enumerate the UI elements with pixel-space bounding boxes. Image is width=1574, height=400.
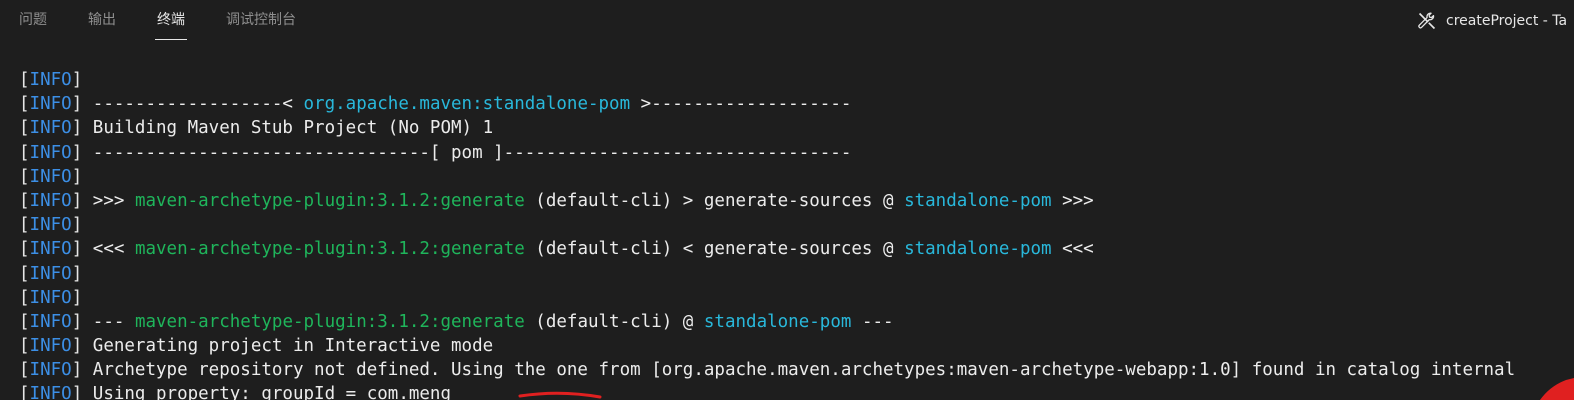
terminal-line: [INFO] Generating project in Interactive… bbox=[19, 334, 1574, 358]
log-level: INFO bbox=[29, 384, 72, 400]
terminal-line: [INFO] Building Maven Stub Project (No P… bbox=[19, 116, 1574, 140]
terminal-line: [INFO] bbox=[19, 213, 1574, 237]
log-text-segment: (default-cli) @ bbox=[524, 311, 704, 332]
terminal-line: [INFO] bbox=[19, 262, 1574, 286]
log-level: INFO bbox=[29, 336, 72, 357]
log-text-segment: org.apache.maven:standalone-pom bbox=[303, 94, 631, 115]
log-bracket: [ bbox=[19, 263, 30, 284]
log-bracket: [ bbox=[19, 287, 30, 308]
log-bracket: ] bbox=[71, 142, 83, 163]
log-bracket: [ bbox=[19, 118, 30, 139]
terminal-line: [INFO] <<< maven-archetype-plugin:3.1.2:… bbox=[19, 237, 1574, 261]
log-level: INFO bbox=[29, 287, 72, 308]
log-text-segment: >------------------- bbox=[630, 94, 852, 115]
log-bracket: [ bbox=[19, 94, 30, 115]
log-bracket: [ bbox=[19, 384, 30, 400]
terminal-line: [INFO] --- maven-archetype-plugin:3.1.2:… bbox=[19, 310, 1574, 334]
log-bracket: ] bbox=[71, 384, 83, 400]
log-text-segment: Building Maven Stub Project (No POM) 1 bbox=[82, 118, 494, 139]
log-text-segment: maven-archetype-plugin:3.1.2:generate bbox=[134, 239, 525, 260]
log-text-segment: standalone-pom bbox=[904, 190, 1052, 211]
log-bracket: ] bbox=[71, 336, 83, 357]
log-bracket: ] bbox=[71, 94, 83, 115]
log-text-segment: --- bbox=[82, 311, 135, 332]
log-bracket: ] bbox=[71, 70, 83, 90]
log-level: INFO bbox=[29, 190, 72, 211]
log-text-segment: --------------------------------[ pom ]-… bbox=[82, 142, 852, 163]
log-bracket: [ bbox=[19, 166, 30, 187]
log-text-segment: <<< bbox=[1051, 239, 1094, 260]
log-text-segment: Using property: groupId = com.meng bbox=[82, 384, 452, 400]
terminal-task-title[interactable]: createProject - Ta bbox=[1416, 10, 1567, 32]
terminal-line: [INFO] bbox=[19, 286, 1574, 310]
log-bracket: [ bbox=[19, 215, 30, 236]
log-bracket: [ bbox=[19, 239, 30, 260]
log-level: INFO bbox=[29, 166, 72, 187]
log-bracket: [ bbox=[19, 142, 30, 163]
log-bracket: ] bbox=[71, 118, 83, 139]
log-text-segment: (default-cli) > generate-sources @ bbox=[524, 190, 905, 211]
log-level: INFO bbox=[29, 118, 72, 139]
log-text-segment: >>> bbox=[1051, 190, 1094, 211]
log-bracket: ] bbox=[71, 166, 83, 187]
log-level: INFO bbox=[29, 70, 72, 90]
log-bracket: ] bbox=[71, 215, 83, 236]
log-text-segment: <<< bbox=[82, 239, 135, 260]
panel-tab-bar: 问题 输出 终端 调试控制台 createProject - Ta bbox=[0, 0, 1574, 42]
log-bracket: ] bbox=[71, 311, 83, 332]
terminal-line: [INFO] --------------------------------[… bbox=[19, 141, 1574, 165]
terminal-output[interactable]: [INFO] [INFO] ------------------< org.apa… bbox=[19, 68, 1574, 400]
log-text-segment: standalone-pom bbox=[703, 311, 852, 332]
log-bracket: [ bbox=[19, 360, 30, 381]
log-bracket: ] bbox=[71, 287, 83, 308]
log-bracket: [ bbox=[19, 336, 30, 357]
log-text-segment: maven-archetype-plugin:3.1.2:generate bbox=[134, 311, 525, 332]
terminal-line: [INFO] Using property: groupId = com.men… bbox=[19, 382, 1574, 400]
log-text-segment: ------------------< bbox=[82, 94, 304, 115]
log-level: INFO bbox=[29, 239, 72, 260]
log-bracket: ] bbox=[71, 239, 83, 260]
log-text-segment: Archetype repository not defined. Using … bbox=[82, 360, 1516, 381]
terminal-line: [INFO] bbox=[19, 165, 1574, 189]
log-bracket: [ bbox=[19, 70, 30, 90]
terminal-line: [INFO] bbox=[19, 68, 1574, 92]
log-bracket: [ bbox=[19, 190, 30, 211]
log-level: INFO bbox=[29, 94, 72, 115]
tools-icon bbox=[1418, 12, 1436, 30]
tab-output[interactable]: 输出 bbox=[88, 9, 116, 31]
log-text-segment: (default-cli) < generate-sources @ bbox=[524, 239, 905, 260]
log-text-segment: Generating project in Interactive mode bbox=[82, 336, 494, 357]
log-bracket: ] bbox=[71, 190, 83, 211]
log-text-segment: --- bbox=[851, 311, 894, 332]
terminal-line: [INFO] >>> maven-archetype-plugin:3.1.2:… bbox=[19, 189, 1574, 213]
log-level: INFO bbox=[29, 311, 72, 332]
log-level: INFO bbox=[29, 142, 72, 163]
terminal-line: [INFO] ------------------< org.apache.ma… bbox=[19, 92, 1574, 116]
log-text-segment: maven-archetype-plugin:3.1.2:generate bbox=[134, 190, 525, 211]
log-bracket: ] bbox=[71, 360, 83, 381]
log-bracket: [ bbox=[19, 311, 30, 332]
tab-problems[interactable]: 问题 bbox=[19, 9, 47, 31]
log-bracket: ] bbox=[71, 263, 83, 284]
terminal-line: [INFO] Archetype repository not defined.… bbox=[19, 358, 1574, 382]
task-title-label: createProject - Ta bbox=[1446, 13, 1568, 29]
tab-debug-console[interactable]: 调试控制台 bbox=[226, 9, 296, 31]
log-level: INFO bbox=[29, 215, 72, 236]
log-level: INFO bbox=[29, 263, 72, 284]
log-text-segment: standalone-pom bbox=[904, 239, 1052, 260]
log-level: INFO bbox=[29, 360, 72, 381]
log-text-segment: >>> bbox=[82, 190, 135, 211]
tab-terminal[interactable]: 终端 bbox=[155, 9, 187, 40]
